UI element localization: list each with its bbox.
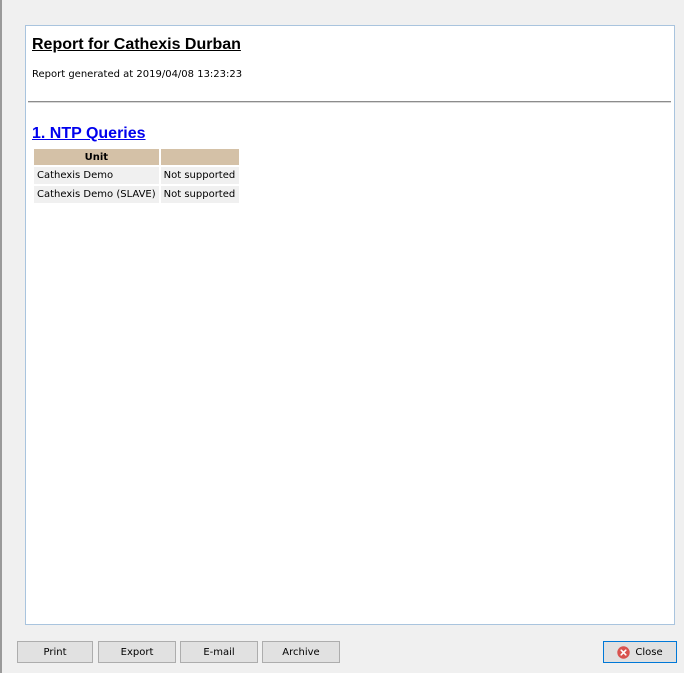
status-cell: Not supported bbox=[160, 186, 239, 203]
table-row: Cathexis Demo Not supported bbox=[34, 167, 239, 184]
column-header-status bbox=[160, 149, 239, 165]
export-button[interactable]: Export bbox=[98, 641, 176, 663]
close-circle-icon bbox=[617, 645, 631, 659]
report-title: Report for Cathexis Durban bbox=[32, 36, 241, 53]
report-view: Report for Cathexis Durban Report genera… bbox=[25, 25, 675, 625]
table-header-row: Unit bbox=[34, 149, 239, 165]
export-button-label: Export bbox=[120, 646, 154, 658]
unit-cell: Cathexis Demo (SLAVE) bbox=[34, 186, 159, 203]
close-button-label: Close bbox=[635, 646, 663, 658]
status-cell: Not supported bbox=[160, 167, 239, 184]
archive-button[interactable]: Archive bbox=[262, 641, 340, 663]
window-left-edge bbox=[0, 0, 2, 673]
report-generated-text: Report generated at 2019/04/08 13:23:23 bbox=[32, 69, 243, 80]
section-heading-ntp-queries[interactable]: 1. NTP Queries bbox=[32, 125, 146, 143]
print-button-label: Print bbox=[43, 646, 67, 658]
ntp-queries-table: Unit Cathexis Demo Not supported Cathexi… bbox=[32, 147, 241, 205]
print-button[interactable]: Print bbox=[17, 641, 93, 663]
horizontal-divider bbox=[28, 101, 671, 103]
archive-button-label: Archive bbox=[282, 646, 320, 658]
column-header-unit: Unit bbox=[34, 149, 159, 165]
unit-cell: Cathexis Demo bbox=[34, 167, 159, 184]
close-button[interactable]: Close bbox=[603, 641, 677, 663]
email-button[interactable]: E-mail bbox=[180, 641, 258, 663]
table-row: Cathexis Demo (SLAVE) Not supported bbox=[34, 186, 239, 203]
email-button-label: E-mail bbox=[203, 646, 235, 658]
